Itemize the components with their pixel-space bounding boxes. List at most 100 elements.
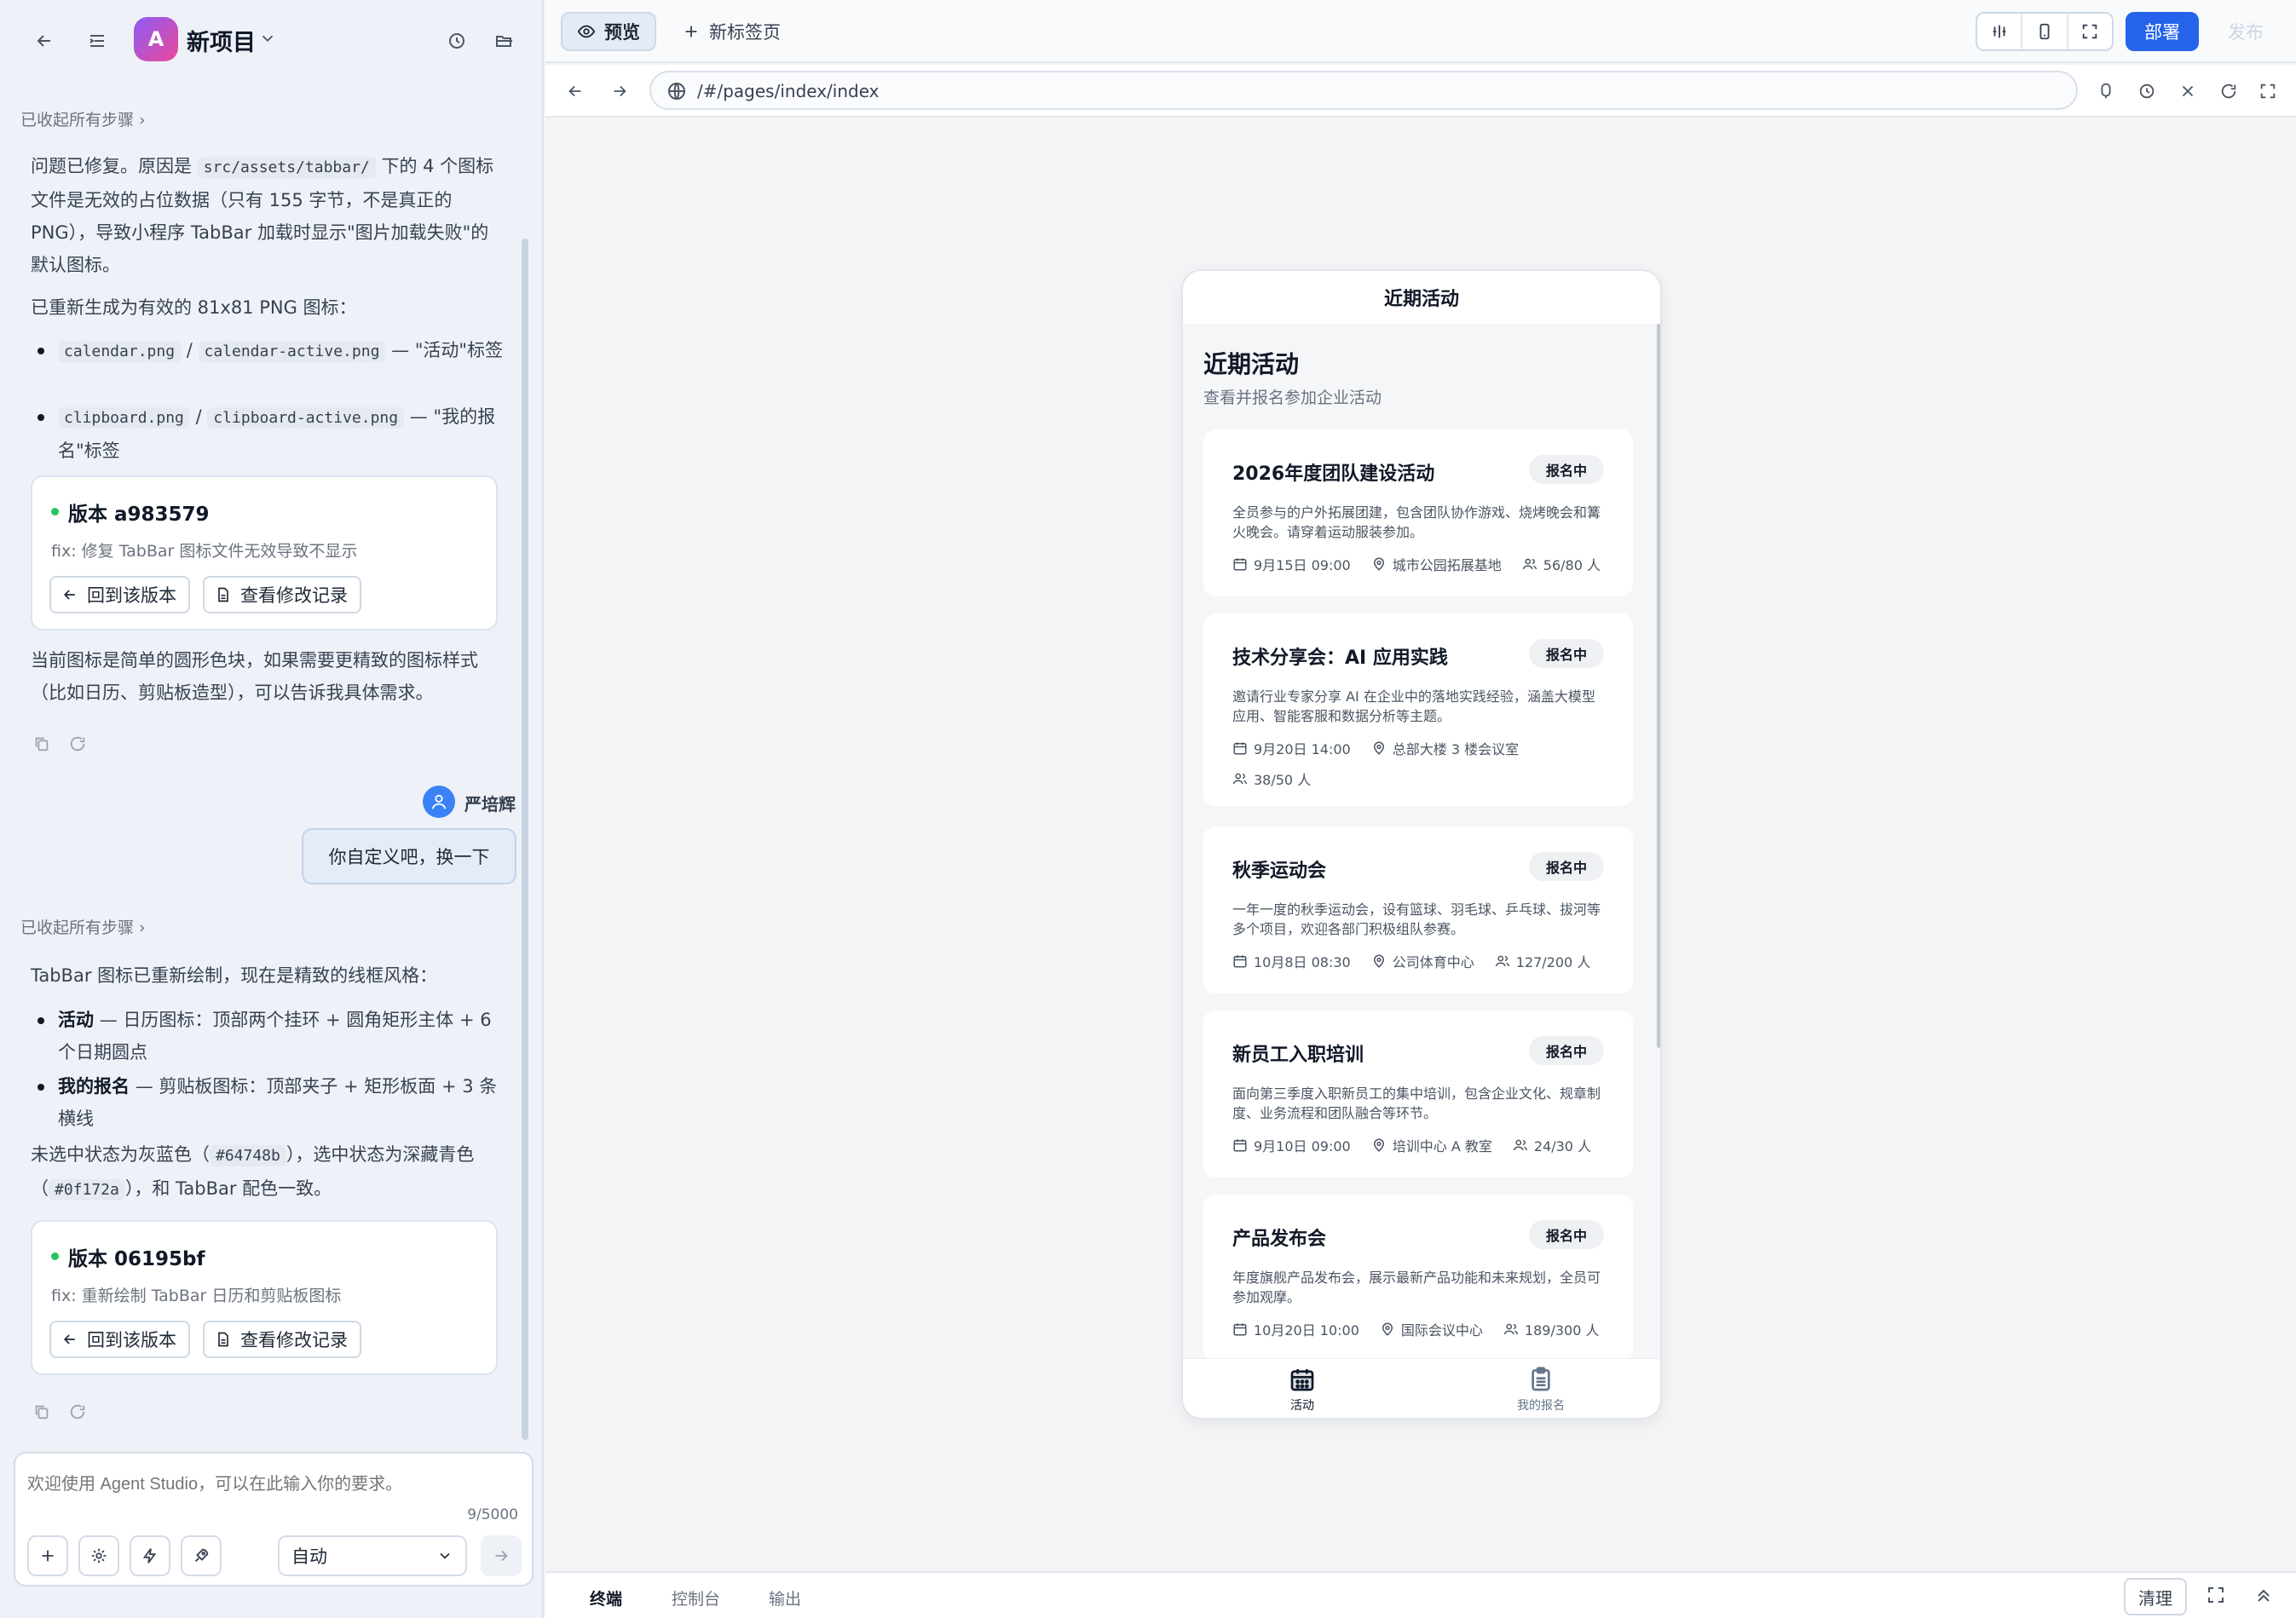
- revert-version-button[interactable]: 回到该版本: [49, 1321, 190, 1358]
- phone-scrollbar[interactable]: [1657, 324, 1660, 1048]
- view-mode-group: [1976, 12, 2114, 51]
- event-card[interactable]: 技术分享会：AI 应用实践 报名中 邀请行业专家分享 AI 在企业中的落地实践经验，…: [1203, 613, 1633, 806]
- chevron-down-icon: [440, 1552, 450, 1559]
- collapsed-steps-toggle[interactable]: 已收起所有步骤 ›: [20, 107, 146, 130]
- event-meta: 9月20日 14:00 总部大楼 3 楼会议室 38/50 人: [1232, 738, 1616, 789]
- mode-select[interactable]: 自动: [278, 1535, 467, 1576]
- reload-icon[interactable]: [2216, 78, 2241, 104]
- settings-button[interactable]: [78, 1535, 119, 1576]
- new-tab-button[interactable]: 新标签页: [682, 12, 781, 51]
- forward-arrow-icon[interactable]: [607, 78, 632, 104]
- publish-button[interactable]: 发布: [2209, 12, 2282, 51]
- phone-tab-mine[interactable]: 我的报名: [1498, 1366, 1584, 1414]
- location-pin-icon: [1382, 1322, 1393, 1336]
- add-attachment-button[interactable]: [27, 1535, 68, 1576]
- status-badge: 报名中: [1529, 455, 1604, 484]
- phone-tab-activity[interactable]: 活动: [1260, 1366, 1345, 1414]
- event-title: 技术分享会：AI 应用实践: [1232, 648, 1448, 669]
- close-icon[interactable]: [2175, 78, 2201, 104]
- calendar-icon: [1233, 955, 1247, 968]
- event-time: 10月8日 08:30: [1232, 951, 1351, 971]
- status-badge: 报名中: [1529, 852, 1604, 881]
- project-avatar[interactable]: A: [134, 17, 178, 61]
- deploy-button[interactable]: 部署: [2126, 12, 2199, 51]
- expand-icon[interactable]: [2206, 1585, 2228, 1607]
- back-arrow-icon[interactable]: [27, 24, 61, 58]
- version-card: 版本 a983579 fix: 修复 TabBar 图标文件无效导致不显示 回到…: [31, 475, 498, 631]
- event-time: 10月20日 10:00: [1232, 1319, 1359, 1339]
- file-icon: [218, 1332, 228, 1347]
- event-card[interactable]: 新员工入职培训 报名中 面向第三季度入职新员工的集中培训，包含企业文化、规章制度、业…: [1203, 1011, 1633, 1178]
- event-attendees: 127/200 人: [1495, 951, 1590, 971]
- device-toggle-button[interactable]: [1977, 14, 2023, 49]
- event-meta: 9月15日 09:00 城市公园拓展基地 56/80 人: [1232, 554, 1616, 574]
- version-card: 版本 06195bf fix: 重新绘制 TabBar 日历和剪贴板图标 回到该…: [31, 1220, 498, 1375]
- assistant-message-line: 已重新生成为有效的 81x81 PNG 图标：: [31, 297, 357, 318]
- tools-button[interactable]: [181, 1535, 222, 1576]
- history-icon[interactable]: [2134, 78, 2160, 104]
- event-card[interactable]: 产品发布会 报名中 年度旗舰产品发布会，展示最新产品功能和未来规划，全员可参加观摩。…: [1203, 1195, 1633, 1362]
- view-changes-button[interactable]: 查看修改记录: [203, 1321, 361, 1358]
- send-button[interactable]: [481, 1535, 522, 1576]
- event-time: 9月20日 14:00: [1232, 738, 1351, 758]
- char-count: 9/5000: [467, 1506, 518, 1523]
- address-field[interactable]: /#/pages/index/index: [649, 71, 2078, 110]
- chat-scrollbar[interactable]: [522, 239, 528, 1440]
- inspect-icon[interactable]: [2093, 78, 2119, 104]
- url-text: /#/pages/index/index: [697, 81, 880, 101]
- location-pin-icon: [1373, 741, 1384, 755]
- copy-icon[interactable]: [32, 1402, 55, 1425]
- fullscreen-button[interactable]: [2068, 14, 2112, 49]
- list-item: calendar.png / calendar-active.png — "活动…: [31, 334, 504, 368]
- event-description: 面向第三季度入职新员工的集中培训，包含企业文化、规章制度、业务流程和团队融合等环…: [1232, 1085, 1601, 1121]
- event-card[interactable]: 秋季运动会 报名中 一年一度的秋季运动会，设有篮球、羽毛球、乒乓球、拔河等多个项目，…: [1203, 826, 1633, 993]
- copy-icon[interactable]: [32, 734, 55, 757]
- calendar-icon: [1233, 558, 1247, 571]
- event-card[interactable]: 2026年度团队建设活动 报名中 全员参与的户外拓展团建，包含团队协作游戏、烧烤晚会…: [1203, 429, 1633, 596]
- expand-icon[interactable]: [2255, 78, 2281, 104]
- chat-messages: 已收起所有步骤 › 问题已修复。原因是 src/assets/tabbar/ 下…: [0, 82, 527, 1437]
- event-title: 产品发布会: [1232, 1229, 1327, 1250]
- history-icon[interactable]: [440, 24, 474, 58]
- regenerate-icon[interactable]: [68, 734, 90, 757]
- tab-output[interactable]: 输出: [769, 1586, 801, 1609]
- lightning-icon: [142, 1548, 157, 1563]
- view-changes-button[interactable]: 查看修改记录: [203, 576, 361, 613]
- expand-icon: [2083, 24, 2097, 39]
- prompt-input[interactable]: [27, 1467, 522, 1501]
- people-icon: [1503, 1323, 1519, 1335]
- collapsed-steps-toggle[interactable]: 已收起所有步骤 ›: [20, 915, 146, 938]
- event-location: 国际会议中心: [1380, 1319, 1483, 1339]
- arrow-right-icon: [495, 1550, 508, 1562]
- chevron-down-icon[interactable]: [258, 29, 277, 48]
- assistant-message: 未选中状态为灰蓝色（ #64748b ），选中状态为深藏青色（ #0f172a ），和 …: [31, 1144, 475, 1201]
- folder-open-icon[interactable]: [487, 24, 522, 58]
- arrow-left-icon: [63, 1334, 75, 1344]
- event-attendees: 24/30 人: [1513, 1135, 1591, 1155]
- tab-console[interactable]: 控制台: [672, 1586, 720, 1609]
- calendar-icon: [1233, 1139, 1247, 1152]
- quick-action-button[interactable]: [130, 1535, 170, 1576]
- sliders-icon: [1993, 25, 2005, 38]
- project-name[interactable]: 新项目: [187, 24, 256, 57]
- revert-version-button[interactable]: 回到该版本: [49, 576, 190, 613]
- clipboard-icon: [1532, 1367, 1550, 1391]
- back-arrow-icon[interactable]: [562, 78, 588, 104]
- arrow-left-icon: [63, 590, 75, 600]
- tab-preview[interactable]: 预览: [561, 12, 656, 51]
- event-time: 9月10日 09:00: [1232, 1135, 1351, 1155]
- composer: 9/5000 自动: [14, 1452, 534, 1586]
- phone-icon: [2039, 23, 2050, 40]
- tab-terminal[interactable]: 终端: [590, 1586, 622, 1609]
- chevrons-up-icon[interactable]: [2253, 1585, 2276, 1607]
- user-message: 你自定义吧，换一下: [302, 828, 516, 884]
- regenerate-icon[interactable]: [68, 1402, 90, 1425]
- event-meta: 10月8日 08:30 公司体育中心 127/200 人: [1232, 951, 1616, 971]
- clear-button[interactable]: 清理: [2124, 1578, 2187, 1615]
- user-icon: [431, 794, 447, 809]
- collapse-sidebar-icon[interactable]: [80, 24, 114, 58]
- version-message: fix: 修复 TabBar 图标文件无效导致不显示: [51, 542, 358, 561]
- event-attendees: 189/300 人: [1503, 1319, 1600, 1339]
- mobile-view-button[interactable]: [2022, 14, 2068, 49]
- calendar-icon: [1290, 1369, 1314, 1391]
